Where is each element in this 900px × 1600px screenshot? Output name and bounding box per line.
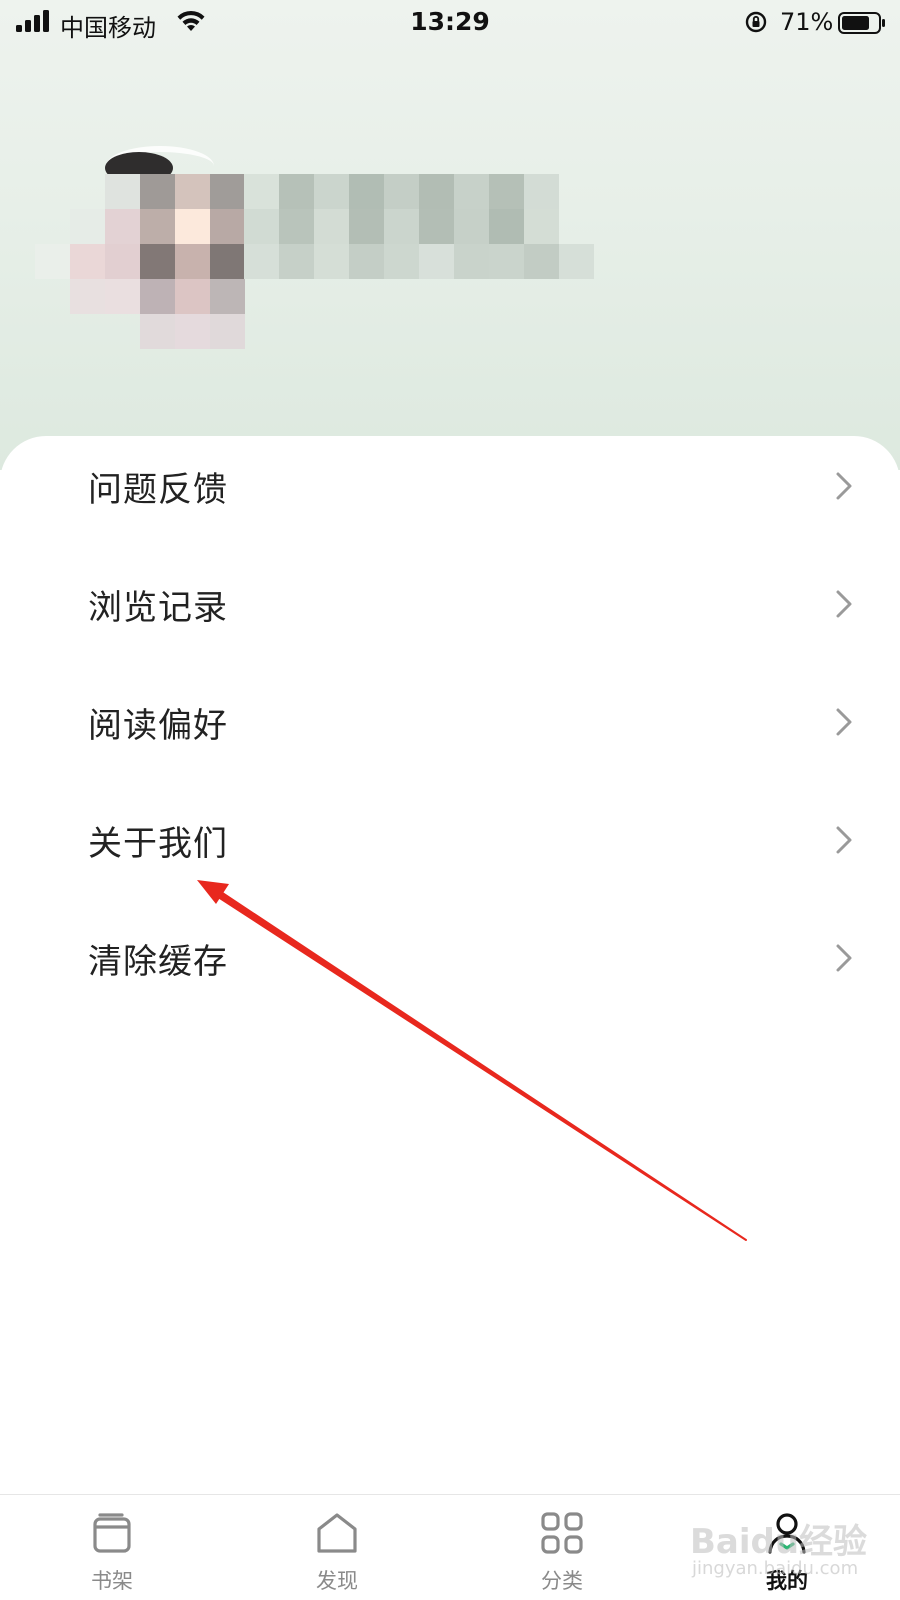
menu-item-label: 问题反馈 [88,469,228,510]
tab-label: 发现 [316,1569,358,1593]
menu-item-label: 浏览记录 [88,587,228,628]
grid-icon [541,1512,583,1554]
chevron-right-icon [836,472,852,500]
tab-label: 分类 [541,1569,583,1593]
tab-discover[interactable]: 发现 [277,1495,397,1600]
tab-label: 书架 [91,1569,133,1593]
battery-icon [838,12,885,34]
menu-item-feedback[interactable]: 问题反馈 [0,436,900,536]
chevron-right-icon [836,826,852,854]
bottom-tab-bar: 书架 发现 分类 我的 [0,1494,900,1600]
menu-item-history[interactable]: 浏览记录 [0,554,900,654]
chevron-right-icon [836,590,852,618]
username [244,174,594,279]
menu-item-reading-preferences[interactable]: 阅读偏好 [0,672,900,772]
menu-item-label: 关于我们 [88,823,228,864]
rotation-lock-icon [745,11,767,33]
tab-label: 我的 [766,1569,808,1593]
menu-card: 问题反馈 浏览记录 阅读偏好 关于我们 清除缓存 [0,436,900,1496]
home-icon [317,1513,357,1553]
avatar[interactable] [35,140,245,350]
menu-item-about-us[interactable]: 关于我们 [0,790,900,890]
tab-mine[interactable]: 我的 [727,1495,847,1600]
status-bar: 中国移动 13:29 71% [0,0,900,46]
battery-percent: 71% [780,8,834,36]
menu-item-label: 阅读偏好 [88,705,228,746]
profile-section[interactable] [0,140,900,360]
chevron-right-icon [836,708,852,736]
menu-item-label: 清除缓存 [88,941,228,982]
chevron-right-icon [836,944,852,972]
tab-bookshelf[interactable]: 书架 [52,1495,172,1600]
tab-category[interactable]: 分类 [502,1495,622,1600]
person-icon [768,1513,806,1554]
bookshelf-icon [93,1513,131,1553]
menu-item-clear-cache[interactable]: 清除缓存 [0,908,900,1008]
screen: 中国移动 13:29 71% 问题反馈 浏览记录 阅读偏好 关于我们 清除缓存 … [0,0,900,1600]
